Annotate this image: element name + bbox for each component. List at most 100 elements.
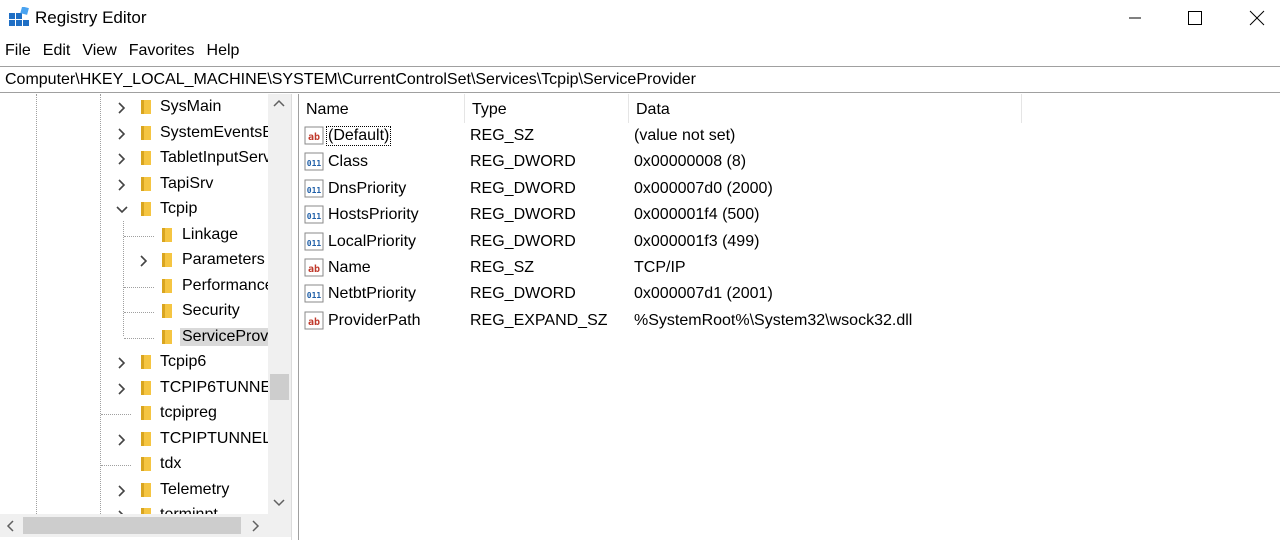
- folder-icon: [141, 380, 151, 395]
- scroll-down-icon[interactable]: [273, 498, 285, 508]
- svg-text:ab: ab: [308, 132, 320, 143]
- binary-value-icon: 011: [304, 232, 324, 251]
- value-type: REG_DWORD: [470, 285, 576, 303]
- value-name[interactable]: Name: [327, 259, 372, 277]
- tree-item-label[interactable]: TCPIP6TUNNEL: [158, 379, 268, 397]
- tree-view: SysMain SystemEventsB TabletInputServ TapiS…: [0, 94, 268, 514]
- value-row[interactable]: 011 Class REG_DWORD 0x00000008 (8): [299, 150, 1280, 176]
- tree-item[interactable]: Tcpip6: [0, 350, 268, 376]
- binary-value-icon: 011: [304, 179, 324, 198]
- tree-item-label[interactable]: TabletInputServ: [158, 149, 268, 167]
- value-name[interactable]: ProviderPath: [327, 312, 422, 330]
- pane-splitter[interactable]: [291, 94, 299, 540]
- binary-value-icon: 011: [304, 284, 324, 303]
- value-name[interactable]: LocalPriority: [327, 233, 417, 251]
- tree-item-label[interactable]: Security: [180, 302, 242, 320]
- address-path[interactable]: Computer\HKEY_LOCAL_MACHINE\SYSTEM\Curre…: [5, 71, 696, 89]
- column-header-type[interactable]: Type: [465, 94, 629, 123]
- tree-guide-line: [101, 414, 131, 415]
- tree-item[interactable]: Telemetry: [0, 478, 268, 504]
- value-type: REG_DWORD: [470, 232, 576, 250]
- tree-item[interactable]: TCPIPTUNNEL: [0, 427, 268, 453]
- tree-item[interactable]: SystemEventsB: [0, 121, 268, 147]
- scroll-left-icon[interactable]: [5, 520, 15, 532]
- value-data: (value not set): [634, 127, 736, 144]
- tree-item-label[interactable]: TapiSrv: [158, 175, 215, 193]
- chevron-down-icon[interactable]: [116, 204, 128, 216]
- tree-item[interactable]: Performance: [0, 274, 268, 300]
- chevron-right-icon[interactable]: [116, 178, 128, 191]
- minimize-button[interactable]: [1112, 0, 1158, 36]
- tree-item[interactable]: TapiSrv: [0, 172, 268, 198]
- tree-item-label[interactable]: Parameters: [180, 251, 267, 269]
- tree-item[interactable]: Security: [0, 299, 268, 325]
- chevron-right-icon[interactable]: [116, 484, 128, 497]
- tree-item-label[interactable]: Tcpip: [158, 200, 199, 218]
- tree-item[interactable]: Parameters: [0, 248, 268, 274]
- svg-text:ab: ab: [308, 264, 320, 275]
- menu-edit[interactable]: Edit: [37, 38, 77, 64]
- folder-icon: [162, 278, 172, 293]
- menu-help[interactable]: Help: [201, 38, 246, 64]
- chevron-right-icon[interactable]: [116, 382, 128, 395]
- address-bar[interactable]: Computer\HKEY_LOCAL_MACHINE\SYSTEM\Curre…: [0, 66, 1280, 93]
- chevron-right-icon[interactable]: [116, 102, 128, 114]
- column-header-name[interactable]: Name: [299, 94, 465, 123]
- chevron-right-icon[interactable]: [138, 255, 150, 267]
- tree-item-label[interactable]: Linkage: [180, 226, 240, 244]
- scroll-up-icon[interactable]: [273, 98, 285, 108]
- tree-vertical-scroll-thumb[interactable]: [270, 374, 289, 400]
- chevron-right-icon[interactable]: [116, 127, 128, 140]
- value-row[interactable]: ab (Default) REG_SZ (value not set): [299, 124, 1280, 150]
- tree-item-label[interactable]: SysMain: [158, 98, 223, 116]
- tree-guide-line: [124, 312, 154, 313]
- tree-item-label[interactable]: Telemetry: [158, 481, 231, 499]
- tree-guide-line: [101, 465, 131, 466]
- tree-item[interactable]: TCPIP6TUNNEL: [0, 376, 268, 402]
- tree-item-label[interactable]: Tcpip6: [158, 353, 208, 371]
- tree-item[interactable]: TabletInputServ: [0, 146, 268, 172]
- tree-item-label[interactable]: TCPIPTUNNEL: [158, 430, 268, 448]
- tree-horizontal-scroll-thumb[interactable]: [23, 517, 241, 534]
- value-row[interactable]: 011 DnsPriority REG_DWORD 0x000007d0 (2000): [299, 177, 1280, 203]
- value-name[interactable]: NetbtPriority: [327, 285, 417, 303]
- maximize-button[interactable]: [1172, 0, 1218, 36]
- binary-value-icon: 011: [304, 205, 324, 224]
- tree-item-label[interactable]: tdx: [158, 455, 183, 473]
- value-name[interactable]: HostsPriority: [327, 206, 420, 224]
- folder-icon: [141, 406, 151, 420]
- value-row[interactable]: 011 NetbtPriority REG_DWORD 0x000007d1 (200…: [299, 282, 1280, 308]
- scroll-right-icon[interactable]: [251, 520, 261, 532]
- value-row[interactable]: 011 HostsPriority REG_DWORD 0x000001f4 (500…: [299, 203, 1280, 229]
- close-button[interactable]: [1234, 0, 1280, 36]
- value-row[interactable]: 011 LocalPriority REG_DWORD 0x000001f3 (499…: [299, 230, 1280, 256]
- tree-item-label[interactable]: tcpipreg: [158, 404, 219, 422]
- tree-item-label[interactable]: SystemEventsB: [158, 124, 268, 142]
- tree-item[interactable]: terminpt: [0, 503, 268, 514]
- chevron-right-icon[interactable]: [116, 153, 128, 165]
- tree-item[interactable]: tcpipreg: [0, 401, 268, 427]
- tree-item[interactable]: tdx: [0, 452, 268, 478]
- value-row[interactable]: ab ProviderPath REG_EXPAND_SZ %SystemRoot%\…: [299, 309, 1280, 335]
- chevron-right-icon[interactable]: [116, 357, 128, 369]
- menu-file[interactable]: File: [0, 38, 37, 64]
- value-name[interactable]: DnsPriority: [327, 180, 407, 198]
- folder-icon: [162, 304, 172, 318]
- tree-item[interactable]: SysMain: [0, 95, 268, 121]
- value-name[interactable]: (Default): [325, 126, 392, 146]
- tree-item[interactable]: Tcpip: [0, 197, 268, 223]
- value-name[interactable]: Class: [327, 153, 369, 171]
- tree-item[interactable]: ServiceProvi: [0, 325, 268, 351]
- tree-horizontal-scrollbar[interactable]: [0, 514, 268, 537]
- tree-item-label[interactable]: ServiceProvi: [180, 327, 268, 346]
- tree-item-label[interactable]: terminpt: [158, 506, 220, 514]
- tree-item[interactable]: Linkage: [0, 223, 268, 249]
- tree-item-label[interactable]: Performance: [180, 277, 268, 295]
- tree-vertical-scrollbar[interactable]: [268, 94, 291, 514]
- menu-view[interactable]: View: [76, 38, 122, 64]
- binary-value-icon: 011: [304, 152, 324, 171]
- column-header-data[interactable]: Data: [629, 94, 1022, 123]
- chevron-right-icon[interactable]: [116, 433, 128, 446]
- value-row[interactable]: ab Name REG_SZ TCP/IP: [299, 256, 1280, 282]
- menu-favorites[interactable]: Favorites: [123, 38, 201, 64]
